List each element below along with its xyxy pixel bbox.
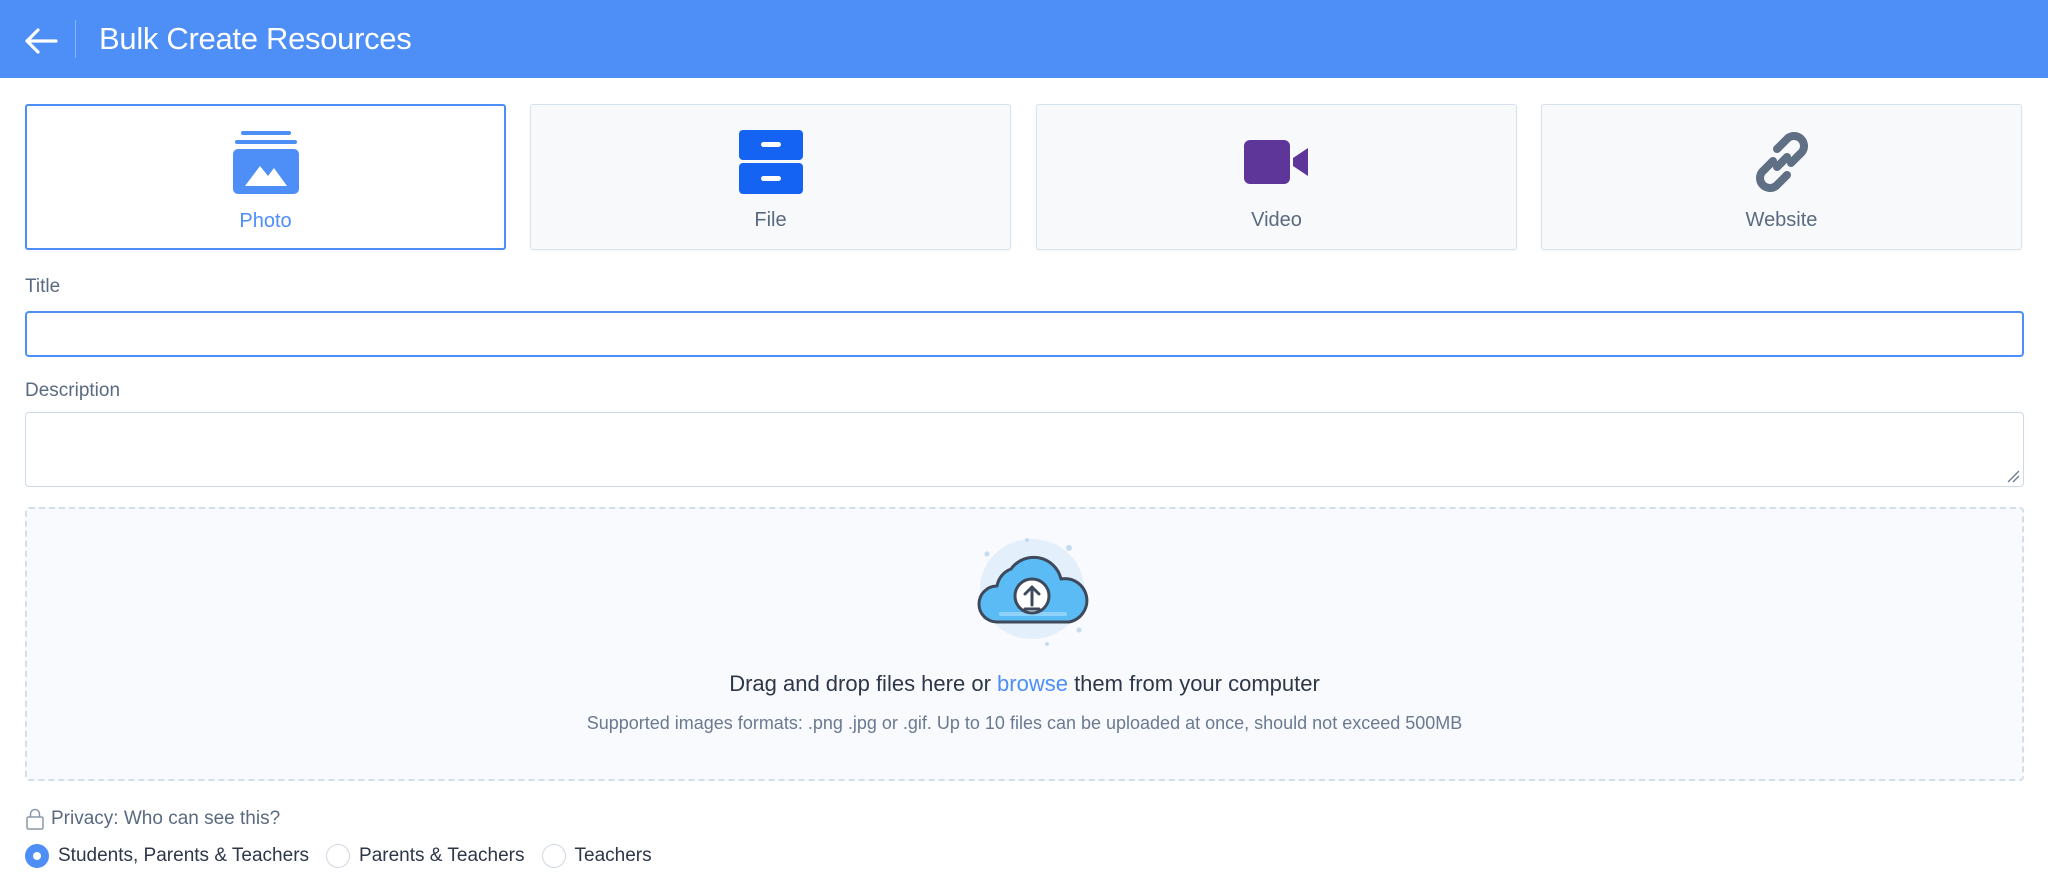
type-photo-card[interactable]: Photo (25, 104, 506, 250)
lock-icon (26, 808, 44, 830)
resize-grip-icon[interactable] (2006, 469, 2020, 483)
privacy-question: Privacy: Who can see this? (51, 808, 281, 829)
link-icon (1747, 127, 1817, 197)
radio-button[interactable] (541, 844, 566, 868)
radio-button[interactable] (326, 844, 351, 868)
video-camera-icon (1242, 127, 1312, 197)
type-video-label: Video (1251, 209, 1302, 231)
privacy-option-teachers[interactable]: Teachers (541, 844, 652, 868)
privacy-option-label: Students, Parents & Teachers (58, 845, 310, 866)
header-bar: Bulk Create Resources (0, 0, 2048, 78)
radio-button[interactable] (25, 844, 49, 868)
resource-type-selector: Photo File Video Website (25, 104, 2025, 250)
dropzone-instructions: Drag and drop files here or browse them … (27, 671, 2022, 697)
supported-formats-note: Supported images formats: .png .jpg or .… (586, 713, 1463, 733)
privacy-option-label: Teachers (574, 845, 652, 866)
type-website-label: Website (1745, 209, 1818, 231)
privacy-option-label: Parents & Teachers (359, 845, 525, 866)
description-input[interactable] (25, 412, 2024, 487)
privacy-label: Privacy: Who can see this? (25, 808, 280, 830)
privacy-option-all[interactable]: Students, Parents & Teachers (25, 844, 309, 868)
page-title: Bulk Create Resources (99, 21, 412, 56)
privacy-options: Students, Parents & Teachers Parents & T… (25, 844, 669, 868)
dropzone-text-before: Drag and drop files here or (729, 671, 991, 696)
header-divider (75, 20, 76, 58)
cloud-upload-icon (977, 538, 1089, 646)
browse-link[interactable]: browse (997, 671, 1068, 696)
privacy-option-parents-teachers[interactable]: Parents & Teachers (326, 844, 525, 868)
type-video-card[interactable]: Video (1036, 104, 1517, 250)
title-input[interactable] (25, 311, 2024, 357)
upload-dropzone[interactable]: Drag and drop files here or browse them … (25, 507, 2024, 781)
dropzone-text-after: them from your computer (1074, 671, 1320, 696)
description-label: Description (25, 380, 121, 401)
type-photo-label: Photo (239, 210, 292, 232)
photo-icon (231, 128, 301, 198)
back-button[interactable] (22, 22, 60, 60)
type-file-card[interactable]: File (530, 104, 1011, 250)
title-label: Title (25, 276, 61, 297)
file-cabinet-icon (736, 127, 806, 197)
type-website-card[interactable]: Website (1541, 104, 2022, 250)
arrow-left-icon (25, 28, 58, 54)
type-file-label: File (754, 209, 787, 231)
